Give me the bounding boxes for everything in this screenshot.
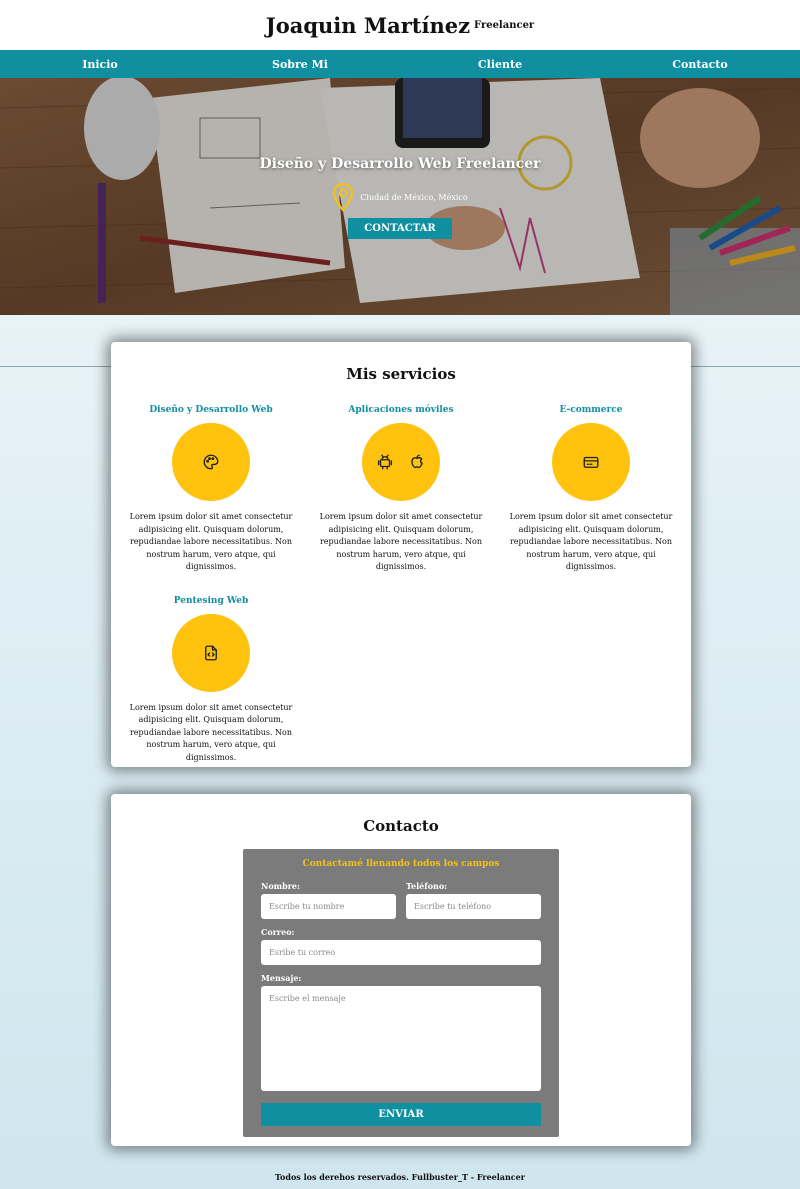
hero-content: Diseño y Desarrollo Web Freelancer Ciuda… (0, 156, 800, 239)
services-title: Mis servicios (346, 365, 456, 383)
name-group: Nombre: (261, 881, 396, 919)
services-card: Mis servicios Diseño y Desarrollo Web Lo… (111, 342, 691, 767)
service-description: Lorem ipsum dolor sit amet consectetur a… (129, 702, 293, 762)
nav-link-contacto[interactable]: Contacto (600, 58, 800, 71)
phone-input[interactable] (406, 894, 541, 919)
services-grid: Diseño y Desarrollo Web Lorem ipsum dolo… (111, 405, 691, 764)
map-pin-icon (333, 182, 354, 212)
service-icon-circle (172, 423, 250, 501)
service-title: E-commerce (559, 405, 623, 415)
site-title: Joaquin Martínez (265, 12, 471, 38)
site-subtitle: Freelancer (474, 19, 535, 31)
service-title: Pentesing Web (173, 595, 249, 606)
apple-icon (411, 454, 423, 469)
nav-link-inicio[interactable]: Inicio (0, 58, 200, 71)
service-description: Lorem ipsum dolor sit amet consectetur a… (129, 512, 293, 571)
location-text: Ciudad de México, México (360, 192, 468, 202)
contact-form: Contactamé llenando todos los campos Nom… (243, 849, 559, 1137)
contact-card: Contacto Contactamé llenando todos los c… (111, 794, 691, 1146)
android-icon (377, 454, 393, 470)
email-input[interactable] (261, 940, 541, 965)
submit-button[interactable]: ENVIAR (261, 1103, 541, 1126)
form-row: Nombre: Teléfono: (261, 881, 541, 919)
phone-label: Teléfono: (406, 881, 448, 891)
message-label: Mensaje: (261, 973, 302, 983)
service-description: Lorem ipsum dolor sit amet consectetur a… (509, 512, 673, 571)
phone-group: Teléfono: (406, 881, 541, 919)
form-heading: Contactamé llenando todos los campos (302, 859, 500, 869)
contact-title: Contacto (363, 817, 439, 835)
service-description: Lorem ipsum dolor sit amet consectetur a… (319, 512, 483, 571)
service-icon-circle (552, 423, 630, 501)
nav-link-cliente[interactable]: Cliente (400, 58, 600, 71)
hero-location: Ciudad de México, México (332, 182, 468, 212)
site-header: Joaquin Martínez Freelancer (0, 0, 800, 50)
service-icon-circle (362, 423, 440, 501)
nav-link-sobre-mi[interactable]: Sobre Mi (200, 58, 400, 71)
email-label: Correo: (261, 927, 295, 937)
service-item: E-commerce Lorem ipsum dolor sit amet co… (496, 405, 686, 574)
hero-heading: Diseño y Desarrollo Web Freelancer (259, 156, 541, 172)
main-nav: Inicio Sobre Mi Cliente Contacto (0, 50, 800, 78)
code-file-icon (205, 645, 217, 660)
palette-icon (203, 454, 219, 470)
message-group: Mensaje: (261, 973, 541, 1091)
service-item: Diseño y Desarrollo Web Lorem ipsum dolo… (116, 405, 306, 574)
name-input[interactable] (261, 894, 396, 919)
service-title: Diseño y Desarrollo Web (149, 405, 273, 415)
service-title: Aplicaciones móviles (348, 405, 454, 415)
name-label: Nombre: (261, 881, 300, 891)
contact-cta-button[interactable]: CONTACTAR (348, 218, 452, 239)
credit-card-icon (583, 456, 599, 468)
email-group: Correo: (261, 927, 541, 965)
hero-banner: Diseño y Desarrollo Web Freelancer Ciuda… (0, 78, 800, 315)
site-footer: Todos los derehos reservados. Fullbuster… (275, 1172, 525, 1182)
message-textarea[interactable] (261, 986, 541, 1091)
service-item: Aplicaciones móviles Lorem ipsum dolor s… (306, 405, 496, 574)
service-item: Pentesing Web Lorem ipsum dolor sit amet… (116, 596, 306, 765)
service-icon-circle (172, 613, 250, 692)
